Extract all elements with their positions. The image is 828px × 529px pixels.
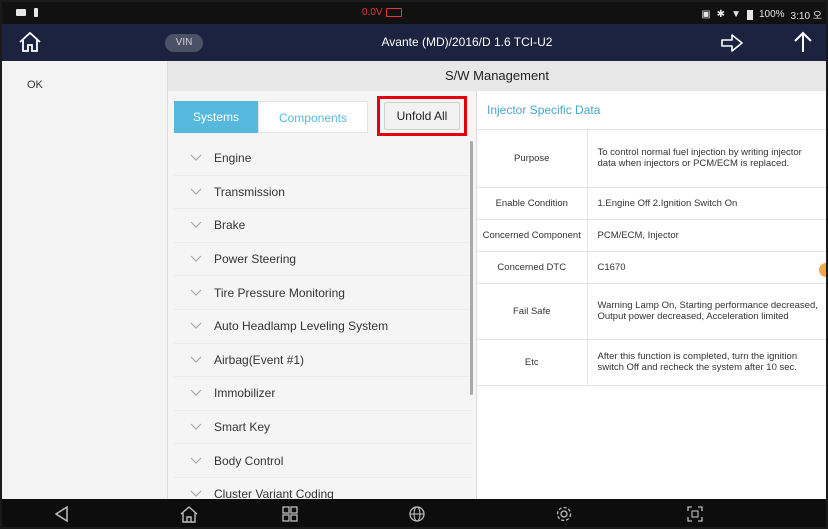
battery-percent: 100% (758, 9, 785, 20)
table-row: Concerned DTC C1670 (477, 251, 826, 284)
chevron-down-icon (190, 490, 202, 498)
arrow-up-icon[interactable] (790, 30, 816, 54)
list-item-body-control[interactable]: Body Control (174, 444, 472, 478)
chevron-down-icon (190, 255, 202, 262)
list-item-transmission[interactable]: Transmission (174, 176, 472, 210)
wifi-icon: ▼ (731, 9, 741, 20)
row-value: To control normal fuel injection by writ… (587, 130, 826, 188)
signal-icon (34, 8, 38, 17)
list-item-power-steering[interactable]: Power Steering (174, 243, 472, 277)
globe-icon[interactable] (407, 505, 427, 523)
chevron-down-icon (190, 188, 202, 195)
chevron-down-icon (190, 154, 202, 162)
list-item-label: Auto Headlamp Leveling System (214, 319, 389, 334)
row-key: Etc (477, 339, 588, 386)
detail-title: Injector Specific Data (487, 103, 601, 117)
back-triangle-icon[interactable] (52, 505, 72, 523)
list-item-label: Smart Key (214, 420, 271, 435)
navigation-bar (2, 499, 826, 527)
detail-pane: Injector Specific Data Purpose To contro… (476, 91, 826, 499)
table-row: Enable Condition 1.Engine Off 2.Ignition… (477, 187, 826, 220)
systems-list: Engine Transmission Brake Power Steering… (174, 142, 472, 499)
app-window: 0.0V ▣ ✱ ▼ 100% 3:10 오 VIN Avante (MD)/2… (0, 0, 828, 529)
bluetooth-icon: ✱ (716, 9, 726, 20)
page-title: S/W Management (168, 61, 826, 91)
row-value: C1670 (587, 251, 826, 284)
row-key: Concerned Component (477, 219, 588, 252)
voltage-indicator: 0.0V (362, 7, 402, 18)
chevron-down-icon (190, 289, 202, 296)
list-item-smart-key[interactable]: Smart Key (174, 411, 472, 445)
row-value: Warning Lamp On, Starting performance de… (587, 283, 826, 340)
chevron-down-icon (190, 222, 202, 229)
list-item-immobilizer[interactable]: Immobilizer (174, 377, 472, 411)
list-item-label: Power Steering (214, 252, 297, 267)
status-right: ▣ ✱ ▼ 100% 3:10 오 (701, 7, 822, 22)
tabs-row: Systems Components Unfold All (174, 96, 467, 136)
grid-icon[interactable] (280, 505, 300, 523)
table-row: Etc After this function is completed, tu… (477, 339, 826, 386)
list-item-brake[interactable]: Brake (174, 209, 472, 243)
list-item-label: Cluster Variant Coding (214, 487, 334, 499)
unfold-all-button[interactable]: Unfold All (384, 102, 460, 130)
list-item-airbag[interactable]: Airbag(Event #1) (174, 344, 472, 378)
clock: 3:10 오 (790, 11, 822, 22)
row-value: After this function is completed, turn t… (587, 339, 826, 386)
info-badge[interactable] (819, 263, 826, 277)
arrow-right-icon[interactable] (720, 33, 744, 53)
list-item-label: Immobilizer (214, 386, 276, 401)
list-item-cluster-variant-coding[interactable]: Cluster Variant Coding (174, 478, 472, 499)
status-bar: 0.0V ▣ ✱ ▼ 100% 3:10 오 (2, 2, 826, 24)
list-item-label: Transmission (214, 184, 285, 199)
chevron-down-icon (190, 356, 202, 363)
home-outline-icon[interactable] (179, 505, 199, 523)
vehicle-title: Avante (MD)/2016/D 1.6 TCI-U2 (381, 35, 553, 49)
list-item-tire-pressure-monitoring[interactable]: Tire Pressure Monitoring (174, 276, 472, 310)
left-sidebar: OK (2, 61, 168, 499)
ok-button[interactable]: OK (27, 79, 43, 91)
list-item-engine[interactable]: Engine (174, 142, 472, 176)
row-key: Concerned DTC (477, 251, 588, 284)
table-row: Concerned Component PCM/ECM, Injector (477, 219, 826, 252)
chevron-down-icon (190, 423, 202, 430)
table-row: Purpose To control normal fuel injection… (477, 130, 826, 188)
list-scrollbar[interactable] (470, 141, 473, 395)
list-item-label: Engine (214, 151, 252, 166)
systems-pane: Systems Components Unfold All Engine Tra… (168, 91, 476, 499)
home-icon[interactable] (18, 31, 42, 53)
battery-icon (746, 9, 753, 20)
chevron-down-icon (190, 390, 202, 397)
row-key: Purpose (477, 130, 588, 188)
row-value: 1.Engine Off 2.Ignition Switch On (587, 187, 826, 220)
status-left-icons (16, 8, 38, 17)
main-content: S/W Management Systems Components Unfold… (168, 61, 826, 499)
detail-table: Purpose To control normal fuel injection… (477, 130, 826, 386)
list-item-label: Body Control (214, 453, 284, 468)
list-item-label: Airbag(Event #1) (214, 352, 305, 367)
tab-components[interactable]: Components (258, 101, 368, 133)
screen-icon: ▣ (701, 9, 711, 20)
screen-capture-icon[interactable] (685, 505, 705, 523)
notification-icon (16, 9, 26, 16)
row-key: Enable Condition (477, 187, 588, 220)
voltage-value: 0.0V (362, 7, 383, 18)
gear-icon[interactable] (554, 505, 574, 523)
row-value: PCM/ECM, Injector (587, 219, 826, 252)
row-key: Fail Safe (477, 283, 588, 340)
list-item-label: Tire Pressure Monitoring (214, 285, 345, 300)
table-row: Fail Safe Warning Lamp On, Starting perf… (477, 283, 826, 340)
chevron-down-icon (190, 457, 202, 464)
chevron-down-icon (190, 322, 202, 330)
list-item-label: Brake (214, 218, 246, 233)
car-battery-icon (385, 8, 402, 17)
vin-button[interactable]: VIN (165, 34, 203, 52)
list-item-auto-headlamp-leveling[interactable]: Auto Headlamp Leveling System (174, 310, 472, 344)
app-header: VIN Avante (MD)/2016/D 1.6 TCI-U2 (2, 24, 826, 61)
tab-systems[interactable]: Systems (174, 101, 258, 133)
